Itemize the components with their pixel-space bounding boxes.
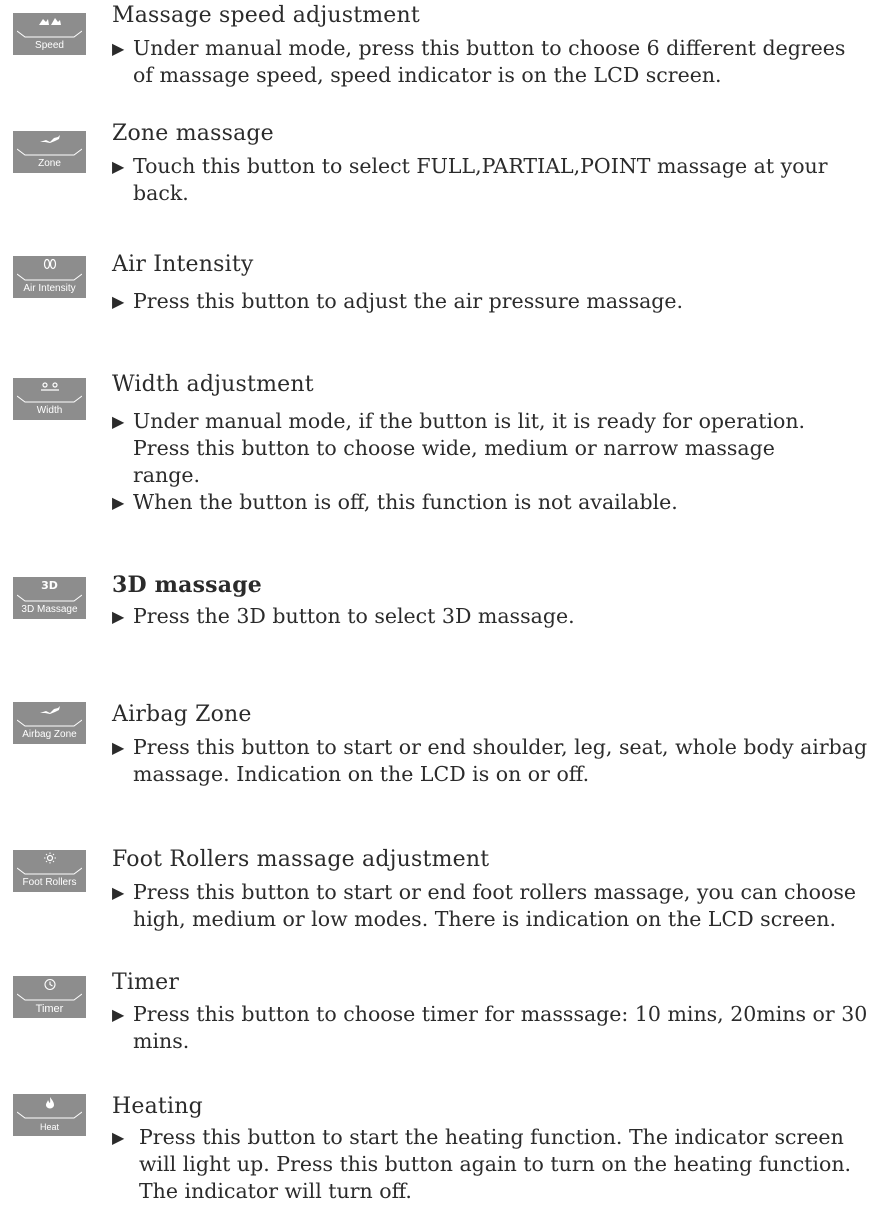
triangle-bullet-icon: ▶ — [112, 292, 125, 311]
airbag-zone-button[interactable]: Airbag Zone — [13, 702, 86, 744]
3d-icon: 3D — [41, 579, 58, 592]
bullet-text: Press this button to start the heating f… — [139, 1125, 852, 1203]
3d-massage-button[interactable]: 3D 3D Massage — [13, 577, 86, 619]
entry-title: Zone massage — [112, 121, 274, 146]
bullet-item: ▶ Touch this button to select FULL,PARTI… — [112, 153, 872, 207]
button-label: 3D Massage — [21, 604, 78, 615]
entry-title: Air Intensity — [112, 252, 254, 277]
speed-button[interactable]: Speed — [13, 13, 86, 55]
chevron-line-icon — [17, 719, 82, 727]
triangle-bullet-icon: ▶ — [112, 738, 125, 757]
chevron-line-icon — [17, 1111, 82, 1119]
bullet-text: Press this button to adjust the air pres… — [133, 289, 684, 313]
bullet-item: ▶ Press this button to choose timer for … — [112, 1001, 872, 1055]
bullet-text: Press this button to start or end foot r… — [133, 880, 856, 931]
chevron-line-icon — [17, 148, 82, 156]
button-label: Foot Rollers — [22, 877, 77, 888]
chevron-line-icon — [17, 594, 82, 602]
entry-title: 3D massage — [112, 572, 262, 598]
bullet-item: ▶ Press the 3D button to select 3D massa… — [112, 603, 852, 630]
chevron-line-icon — [17, 395, 82, 403]
bullet-item: ▶ Under manual mode, press this button t… — [112, 35, 852, 89]
bullet-text: Press this button to start or end should… — [133, 735, 868, 786]
button-label: Speed — [35, 40, 64, 51]
entry-title: Massage speed adjustment — [112, 3, 420, 28]
bullet-text: Touch this button to select FULL,PARTIAL… — [133, 154, 828, 205]
width-icon — [13, 380, 86, 394]
timer-button[interactable]: Timer — [13, 976, 86, 1018]
bullet-text: Under manual mode, if the button is lit,… — [133, 409, 806, 487]
air-intensity-button[interactable]: Air Intensity — [13, 256, 86, 298]
bullet-text: Press this button to choose timer for ma… — [133, 1002, 868, 1053]
button-label: Airbag Zone — [22, 729, 77, 740]
triangle-bullet-icon: ▶ — [112, 412, 125, 431]
bullet-text: Press the 3D button to select 3D massage… — [133, 604, 575, 628]
heat-button[interactable]: Heat — [13, 1094, 86, 1136]
entry-title: Airbag Zone — [112, 702, 252, 727]
heat-icon — [13, 1096, 86, 1110]
bullet-item: ▶ Under manual mode, if the button is li… — [112, 408, 812, 489]
foot-rollers-button[interactable]: Foot Rollers — [13, 850, 86, 892]
entry-title: Heating — [112, 1094, 203, 1119]
triangle-bullet-icon: ▶ — [112, 1005, 125, 1024]
button-label: Timer — [35, 1003, 64, 1015]
bullet-text: Under manual mode, press this button to … — [133, 36, 846, 87]
bullet-item: ▶ Press this button to start or end shou… — [112, 734, 872, 788]
triangle-bullet-icon: ▶ — [112, 39, 125, 58]
entry-title: Timer — [112, 970, 180, 995]
foot-rollers-icon — [13, 852, 86, 866]
button-label: Air Intensity — [23, 283, 76, 294]
bullet-item: ▶ Press this button to adjust the air pr… — [112, 288, 852, 315]
zone-icon — [13, 133, 86, 147]
bullet-item: ▶ When the button is off, this function … — [112, 489, 852, 516]
triangle-bullet-icon: ▶ — [112, 883, 125, 902]
bullet-item: ▶ Press this button to start the heating… — [112, 1124, 857, 1205]
width-button[interactable]: Width — [13, 378, 86, 420]
zone-button[interactable]: Zone — [13, 131, 86, 173]
button-label: Width — [36, 405, 63, 416]
chevron-line-icon — [17, 993, 82, 1001]
airbag-zone-icon — [13, 704, 86, 718]
chevron-line-icon — [17, 867, 82, 875]
chevron-line-icon — [17, 273, 82, 281]
air-intensity-icon — [13, 258, 86, 272]
timer-icon — [13, 978, 86, 992]
bullet-item: ▶ Press this button to start or end foot… — [112, 879, 872, 933]
triangle-bullet-icon: ▶ — [112, 157, 125, 176]
triangle-bullet-icon: ▶ — [112, 607, 125, 626]
speed-icon — [13, 15, 86, 29]
triangle-bullet-icon: ▶ — [112, 493, 125, 512]
bullet-text: When the button is off, this function is… — [133, 490, 678, 514]
triangle-bullet-icon: ▶ — [112, 1128, 125, 1147]
chevron-line-icon — [17, 30, 82, 38]
entry-title: Foot Rollers massage adjustment — [112, 847, 490, 872]
button-label: Zone — [38, 158, 61, 169]
button-label: Heat — [39, 1122, 59, 1132]
entry-title: Width adjustment — [112, 372, 314, 397]
